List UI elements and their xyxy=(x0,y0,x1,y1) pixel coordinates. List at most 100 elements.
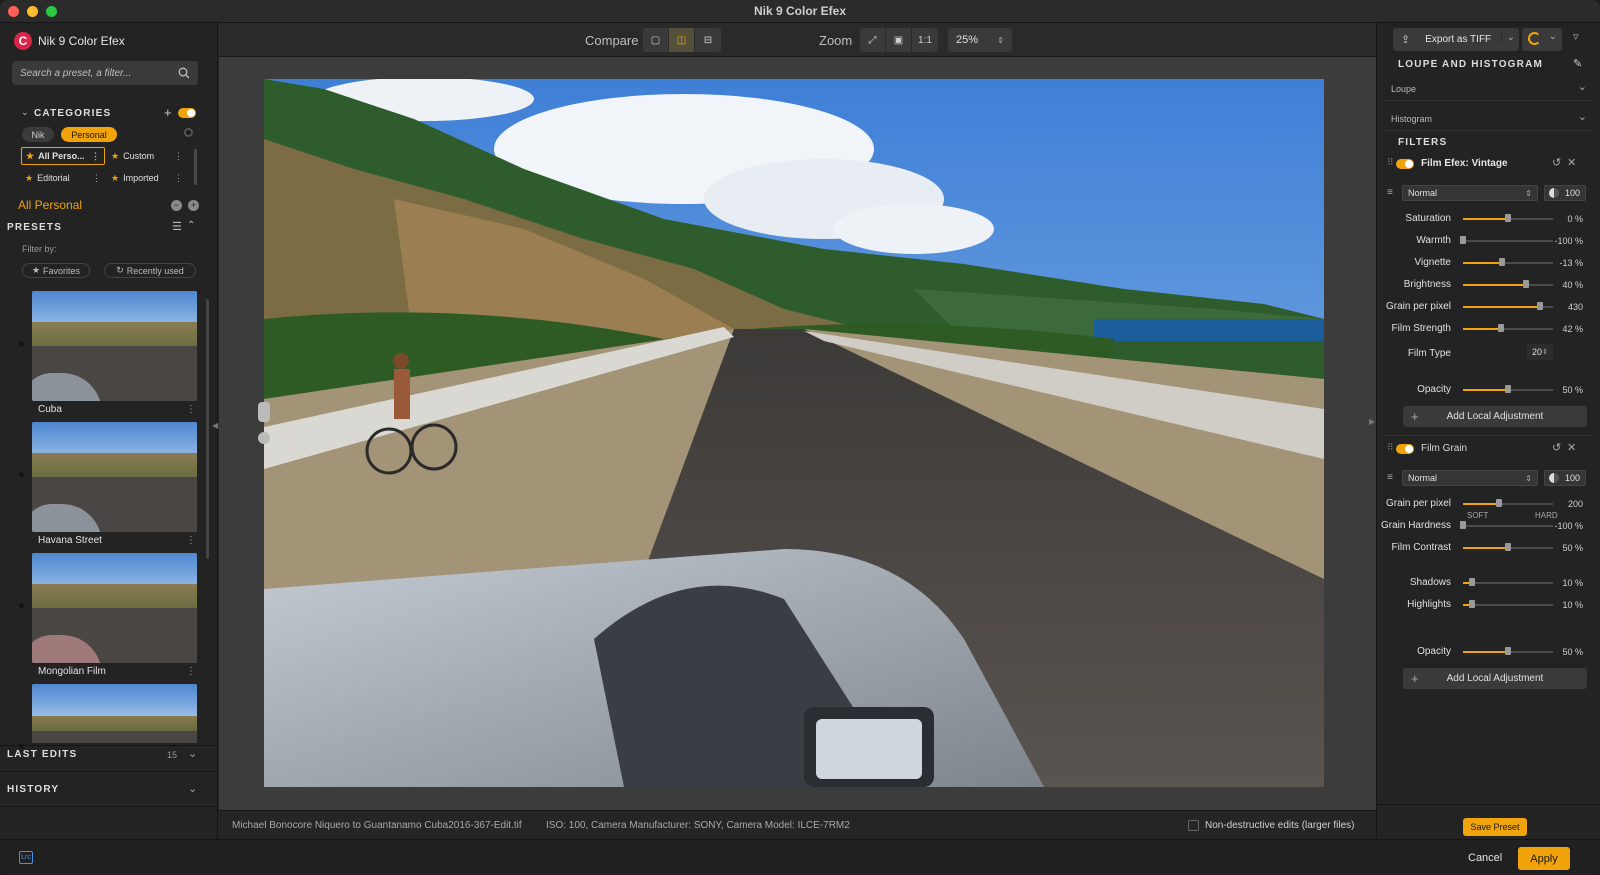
slider-handle[interactable] xyxy=(1469,600,1475,608)
pin-icon[interactable]: ✎ xyxy=(1573,57,1582,70)
filter-opacity-field[interactable]: 100 xyxy=(1544,185,1586,201)
blend-mode-select[interactable]: Normal ⇕ xyxy=(1402,185,1538,201)
chevron-down-icon[interactable]: ⌄ xyxy=(1500,32,1515,43)
category-tab-personal[interactable]: Personal xyxy=(61,127,117,142)
close-window-button[interactable] xyxy=(8,6,19,17)
filter-enable-toggle[interactable] xyxy=(1396,159,1414,169)
more-icon[interactable]: ⋮ xyxy=(174,151,183,162)
split-handle-marker[interactable] xyxy=(258,432,270,444)
expand-right-panel-icon[interactable]: ▶ xyxy=(1369,417,1375,426)
category-item-imported[interactable]: ★ Imported ⋮ xyxy=(107,169,187,187)
category-tab-nik[interactable]: Nik xyxy=(22,127,54,142)
split-handle[interactable] xyxy=(258,402,270,422)
slider-track[interactable] xyxy=(1463,525,1553,527)
slider-handle[interactable] xyxy=(1505,543,1511,551)
slider-track[interactable] xyxy=(1463,240,1553,242)
minimize-window-button[interactable] xyxy=(27,6,38,17)
filter-opacity-field[interactable]: 100 xyxy=(1544,470,1586,486)
compare-split-icon[interactable]: ◫ xyxy=(669,28,695,52)
filter-enable-toggle[interactable] xyxy=(1396,444,1414,454)
category-item-editorial[interactable]: ★ Editorial ⋮ xyxy=(21,169,105,187)
chevron-down-icon[interactable]: ⌄ xyxy=(188,747,197,760)
list-view-icon[interactable]: ☰ xyxy=(172,220,182,233)
histogram-row[interactable]: Histogram ⌄ xyxy=(1385,105,1591,131)
preset-thumbnail[interactable] xyxy=(32,684,197,743)
remove-filter-icon[interactable]: ✕ xyxy=(1567,441,1576,454)
slider-handle[interactable] xyxy=(1460,236,1466,244)
add-local-adjustment-button[interactable]: + Add Local Adjustment xyxy=(1403,406,1587,427)
panel-options-icon[interactable]: ▿ xyxy=(1573,30,1579,43)
drag-handle-icon[interactable]: ⠿ xyxy=(1387,442,1394,453)
more-icon[interactable]: ⋮ xyxy=(92,173,101,184)
remove-filter-icon[interactable]: ✕ xyxy=(1567,156,1576,169)
zoom-fill-icon[interactable]: ▣ xyxy=(886,28,912,52)
more-icon[interactable]: ⋮ xyxy=(186,404,196,415)
lightroom-badge[interactable]: Lrc xyxy=(19,851,33,864)
blend-mode-select[interactable]: Normal ⇕ xyxy=(1402,470,1538,486)
slider-handle[interactable] xyxy=(1499,258,1505,266)
slider-handle[interactable] xyxy=(1498,324,1504,332)
compare-side-by-side-icon[interactable]: ⊟ xyxy=(695,28,721,52)
apply-button[interactable]: Apply xyxy=(1518,847,1570,870)
add-icon[interactable]: + xyxy=(188,200,199,211)
more-icon[interactable]: ⋮ xyxy=(91,151,100,162)
film-type-stepper[interactable]: 20 ⇕ xyxy=(1527,344,1553,360)
nondestructive-checkbox[interactable] xyxy=(1188,820,1199,831)
star-icon: ★ xyxy=(26,150,35,161)
reset-icon[interactable]: ↺ xyxy=(1552,441,1561,454)
add-category-icon[interactable]: + xyxy=(164,105,172,120)
save-preset-button[interactable]: Save Preset xyxy=(1463,818,1527,836)
favorite-star-icon[interactable]: ★ xyxy=(17,601,26,612)
chevron-down-icon[interactable]: ⌄ xyxy=(188,782,197,795)
zoom-fit-icon[interactable]: ⤢ xyxy=(860,28,886,52)
more-icon[interactable]: ⋮ xyxy=(174,173,183,184)
sync-button[interactable]: ⌄ xyxy=(1522,28,1562,51)
presets-scrollbar[interactable] xyxy=(206,299,209,559)
more-icon[interactable]: ⋮ xyxy=(186,535,196,546)
opacity-slider-handle[interactable] xyxy=(1505,385,1511,393)
preview-image[interactable] xyxy=(264,79,1324,787)
slider-handle[interactable] xyxy=(1460,521,1466,529)
slider-handle[interactable] xyxy=(1469,578,1475,586)
compare-single-icon[interactable]: ▢ xyxy=(643,28,669,52)
zoom-window-button[interactable] xyxy=(46,6,57,17)
category-item-custom[interactable]: ★ Custom ⋮ xyxy=(107,147,187,165)
export-button[interactable]: ⇪ Export as TIFF ⌄ xyxy=(1393,28,1519,51)
collapse-left-panel-icon[interactable]: ◀ xyxy=(212,421,218,430)
chevron-up-icon[interactable]: ⌃ xyxy=(187,220,195,231)
categories-toggle[interactable] xyxy=(178,108,196,118)
favorite-star-icon[interactable]: ★ xyxy=(17,339,26,350)
favorite-star-icon[interactable]: ★ xyxy=(17,470,26,481)
slider-handle[interactable] xyxy=(1496,499,1502,507)
preset-thumbnail[interactable] xyxy=(32,291,197,401)
slider-track[interactable] xyxy=(1463,582,1553,584)
zoom-one-to-one-button[interactable]: 1:1 xyxy=(912,28,938,52)
add-local-adjustment-button[interactable]: + Add Local Adjustment xyxy=(1403,668,1587,689)
cancel-button[interactable]: Cancel xyxy=(1468,852,1502,864)
stepper-icon: ⇕ xyxy=(997,35,1004,45)
image-canvas[interactable]: ▶ xyxy=(219,57,1376,810)
remove-icon[interactable]: − xyxy=(171,200,182,211)
filter-recently-used-button[interactable]: ↻ Recently used xyxy=(104,263,196,278)
search-input[interactable]: Search a preset, a filter... xyxy=(12,61,198,85)
categories-scrollbar[interactable] xyxy=(194,149,197,185)
drag-handle-icon[interactable]: ⠿ xyxy=(1387,157,1394,168)
categories-collapse-icon[interactable]: ⌄ xyxy=(21,107,29,118)
filter-favorites-button[interactable]: ★ Favorites xyxy=(22,263,90,278)
opacity-slider-handle[interactable] xyxy=(1505,647,1511,655)
loupe-row[interactable]: Loupe ⌄ xyxy=(1385,75,1591,101)
menu-icon[interactable]: ≡ xyxy=(1387,472,1393,483)
category-item-all-personal[interactable]: ★ All Perso... ⋮ xyxy=(21,147,105,165)
reset-icon[interactable]: ↺ xyxy=(1552,156,1561,169)
more-icon[interactable]: ⋮ xyxy=(186,666,196,677)
category-settings-icon[interactable] xyxy=(184,128,193,137)
preset-thumbnail[interactable] xyxy=(32,553,197,663)
preset-thumbnail[interactable] xyxy=(32,422,197,532)
menu-icon[interactable]: ≡ xyxy=(1387,187,1393,198)
slider-value: 40 % xyxy=(1562,280,1583,290)
slider-handle[interactable] xyxy=(1505,214,1511,222)
blend-mode-value: Normal xyxy=(1408,473,1438,483)
zoom-select[interactable]: 25% ⇕ xyxy=(948,28,1012,52)
slider-handle[interactable] xyxy=(1523,280,1529,288)
slider-track[interactable] xyxy=(1463,604,1553,606)
